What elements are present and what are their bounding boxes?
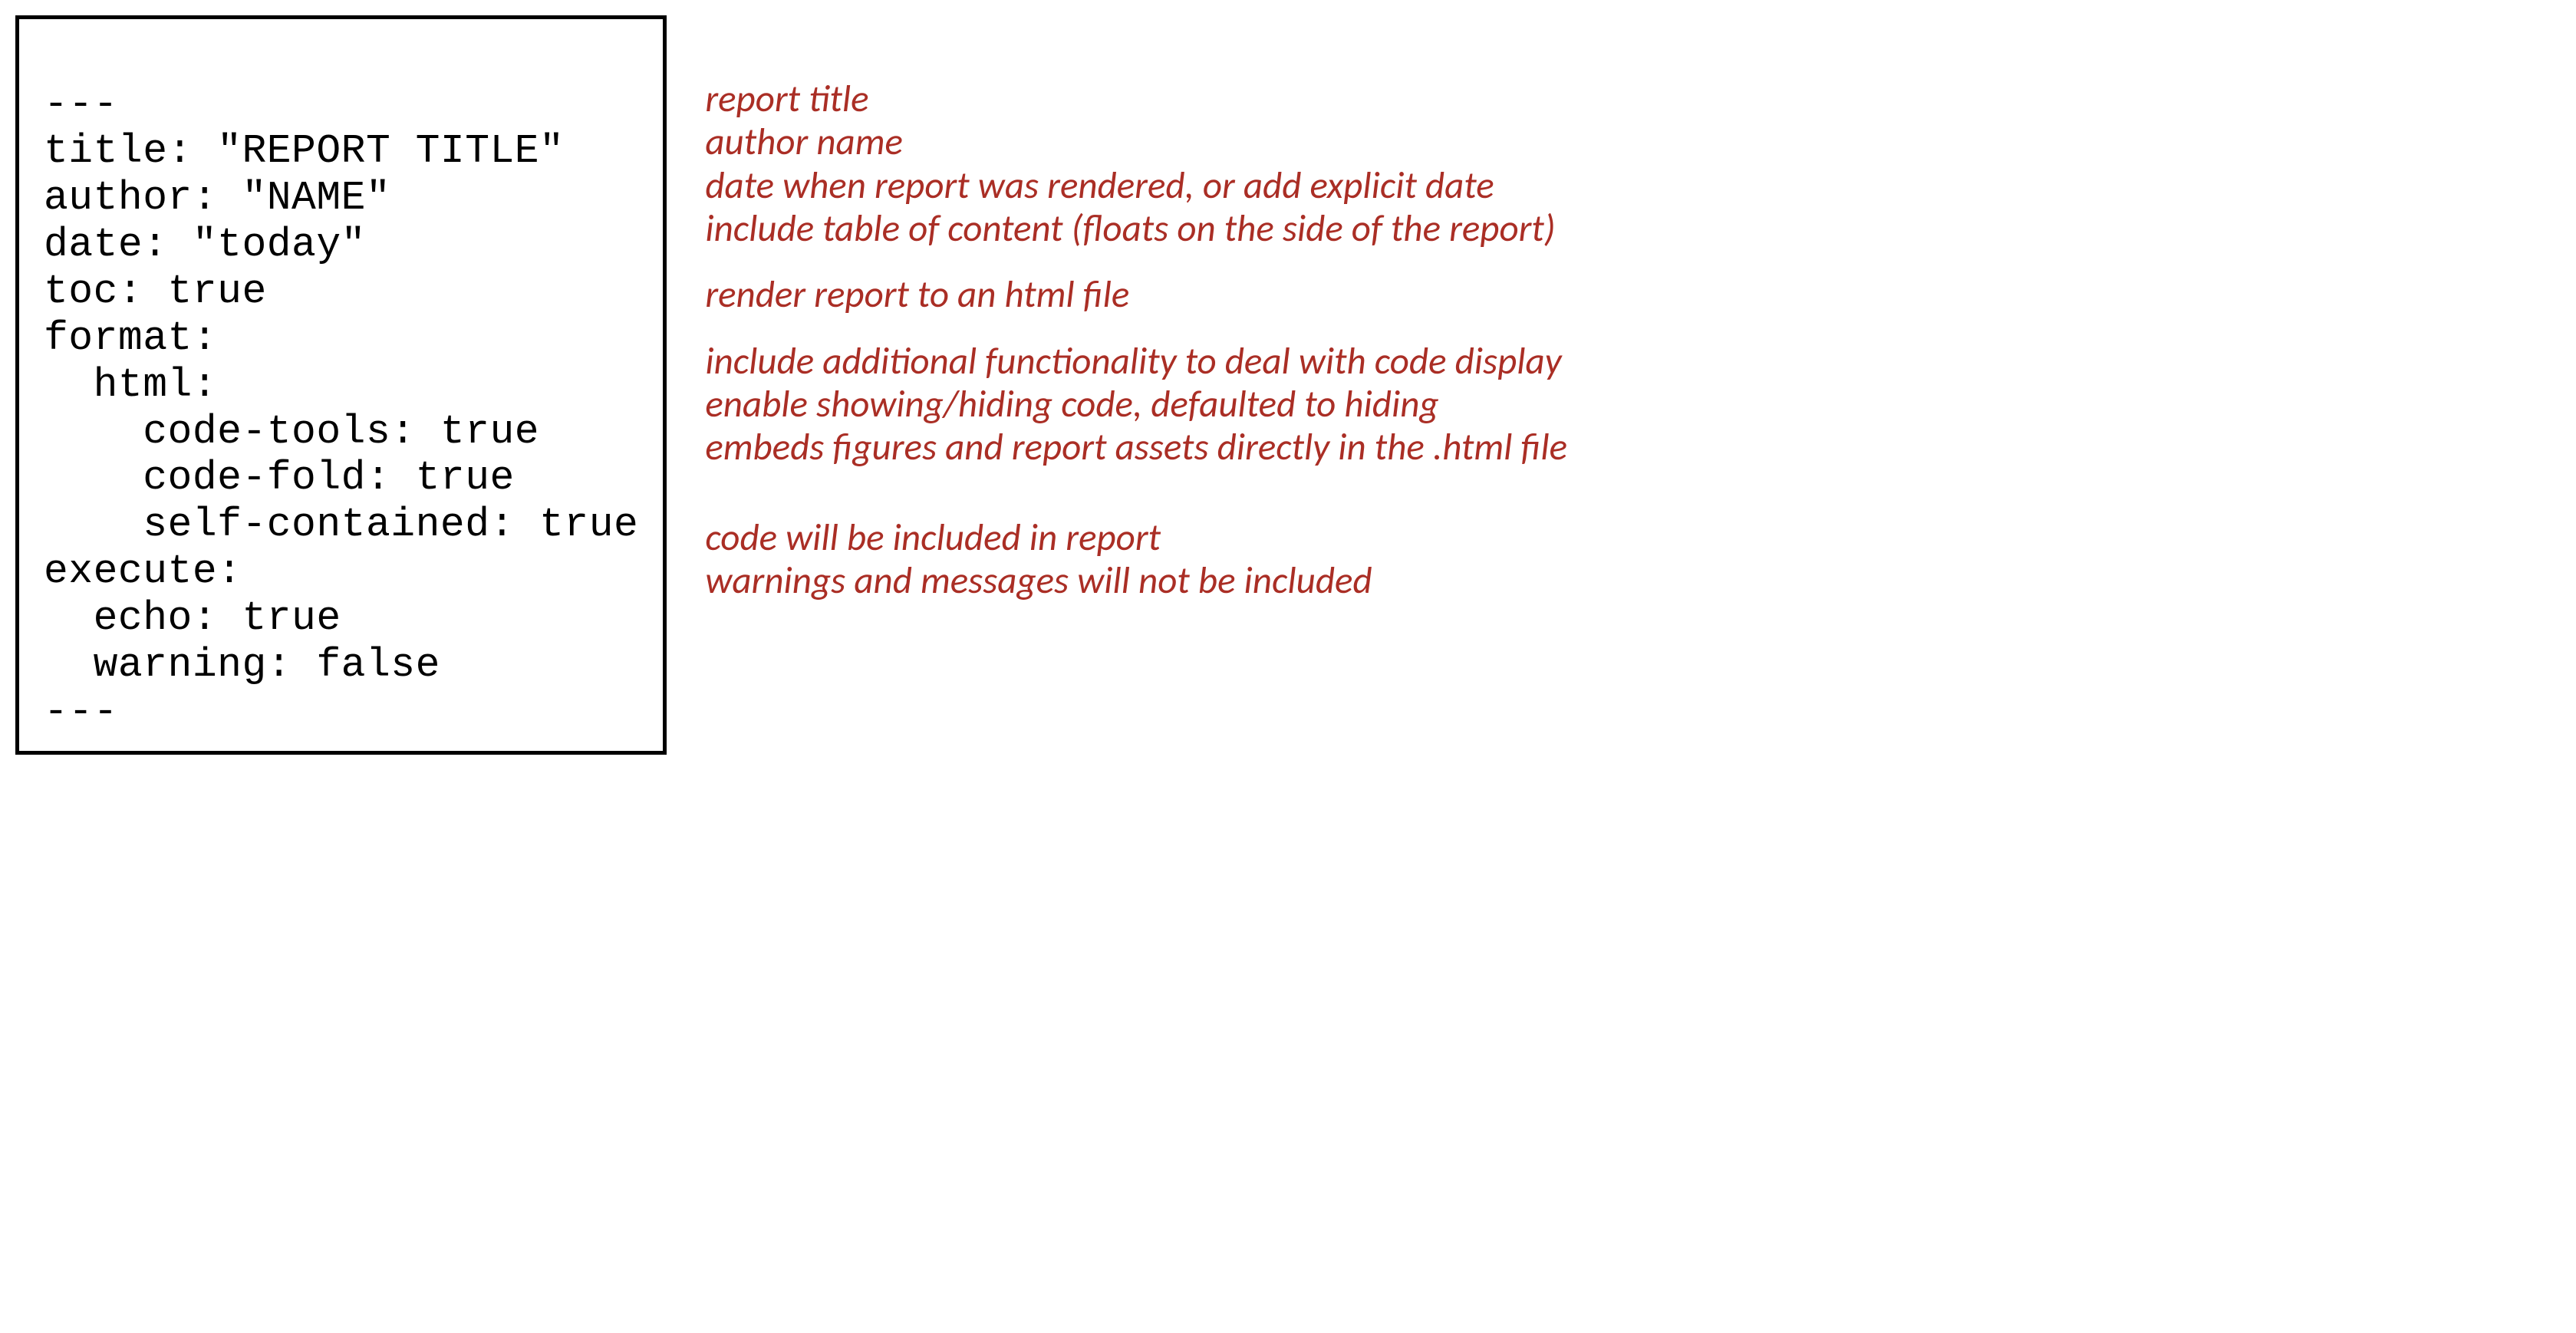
yaml-format-line: format: [44, 315, 217, 361]
yaml-code-fold-line: code-fold: true [44, 455, 515, 501]
annotation-format: render report to an html file [705, 273, 1567, 316]
yaml-config-diagram: --- title: "REPORT TITLE" author: "NAME"… [15, 15, 2561, 755]
annotation-echo: code will be included in report [705, 516, 1567, 559]
spacer [705, 250, 1567, 273]
annotation-author: author name [705, 120, 1567, 163]
annotations-column: report title author name date when repor… [705, 15, 1567, 602]
spacer [705, 317, 1567, 340]
yaml-author-line: author: "NAME" [44, 175, 390, 221]
yaml-echo-line: echo: true [44, 595, 341, 641]
spacer [705, 31, 1567, 77]
annotation-code-tools: include additional functionality to deal… [705, 340, 1567, 383]
yaml-self-contained-line: self-contained: true [44, 502, 638, 548]
annotation-warning: warnings and messages will not be includ… [705, 559, 1567, 602]
annotation-toc: include table of content (floats on the … [705, 207, 1567, 250]
yaml-title-line: title: "REPORT TITLE" [44, 128, 564, 174]
yaml-toc-line: toc: true [44, 268, 267, 314]
annotation-date: date when report was rendered, or add ex… [705, 164, 1567, 207]
yaml-delimiter-open: --- [44, 81, 118, 127]
yaml-date-line: date: "today" [44, 222, 366, 268]
yaml-html-line: html: [44, 362, 217, 408]
spacer [705, 469, 1567, 516]
yaml-code-tools-line: code-tools: true [44, 409, 539, 455]
yaml-warning-line: warning: false [44, 642, 440, 688]
annotation-self-contained: embeds figures and report assets directl… [705, 426, 1567, 469]
yaml-code-block: --- title: "REPORT TITLE" author: "NAME"… [15, 15, 667, 755]
annotation-title: report title [705, 77, 1567, 120]
yaml-delimiter-close: --- [44, 689, 118, 735]
annotation-code-fold: enable showing/hiding code, defaulted to… [705, 383, 1567, 426]
yaml-execute-line: execute: [44, 548, 242, 594]
